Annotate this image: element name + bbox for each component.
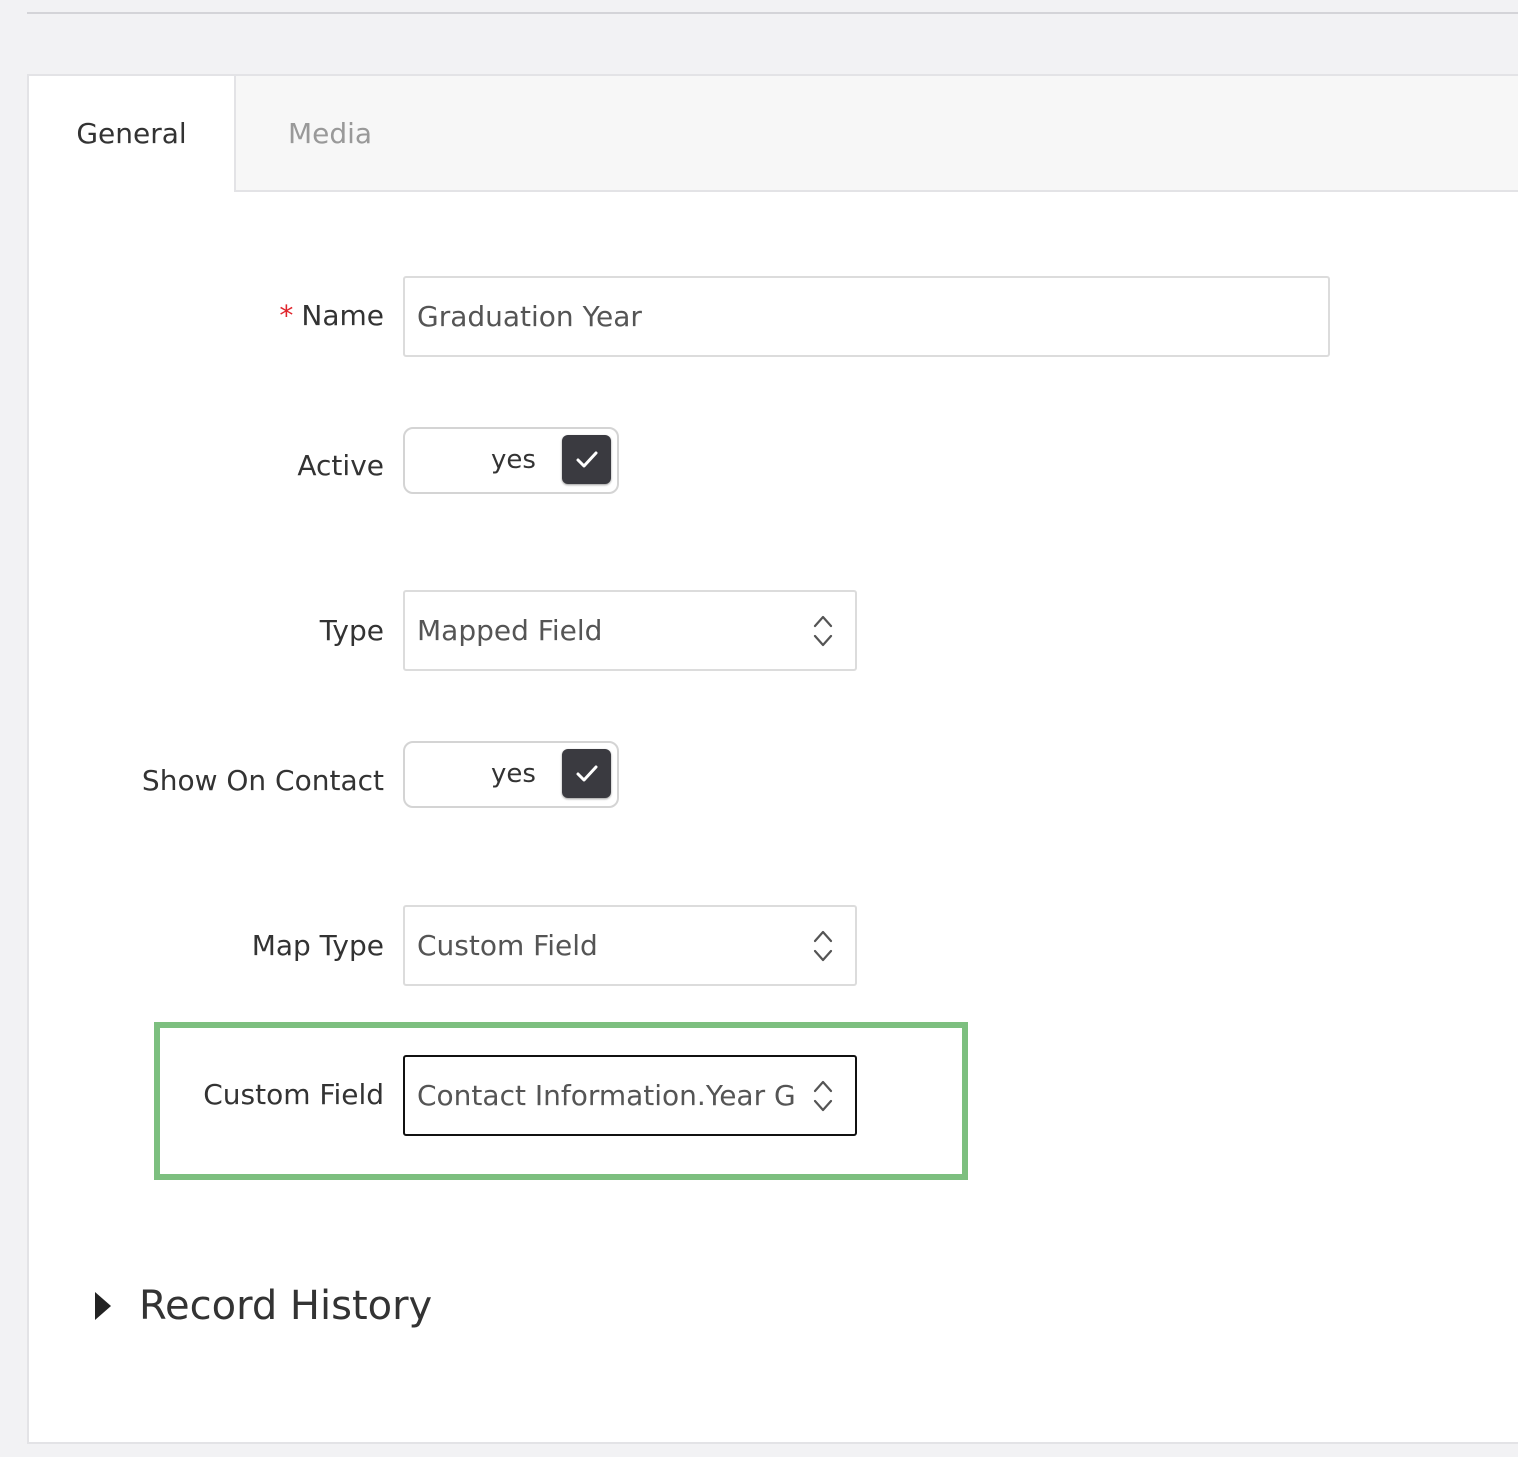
chevron-up-down-icon xyxy=(813,1080,833,1112)
check-icon xyxy=(562,749,611,798)
record-history-toggle[interactable]: Record History xyxy=(95,1276,432,1336)
chevron-up-down-icon xyxy=(813,615,833,647)
top-divider xyxy=(27,12,1518,14)
active-toggle-text: yes xyxy=(491,445,536,475)
show-on-contact-toggle[interactable]: yes xyxy=(403,741,619,808)
map-type-select-value: Custom Field xyxy=(417,929,598,962)
record-history-label: Record History xyxy=(139,1283,433,1329)
tab-general[interactable]: General xyxy=(29,76,236,192)
name-label: * Name xyxy=(279,299,384,332)
required-marker: * xyxy=(279,299,294,332)
map-type-label: Map Type xyxy=(251,929,384,962)
chevron-up-down-icon xyxy=(813,930,833,962)
active-label: Active xyxy=(297,449,384,482)
type-select-value: Mapped Field xyxy=(417,614,603,647)
tab-media[interactable]: Media xyxy=(236,76,424,192)
custom-field-select-value: Contact Information.Year Graduated xyxy=(417,1079,795,1112)
name-input[interactable] xyxy=(403,276,1330,357)
type-select[interactable]: Mapped Field xyxy=(403,590,857,671)
check-icon xyxy=(562,435,611,484)
custom-field-select[interactable]: Contact Information.Year Graduated xyxy=(403,1055,857,1136)
form-panel: General Media *Name Active yes Type Mapp… xyxy=(27,74,1518,1444)
custom-field-label: Custom Field xyxy=(203,1078,384,1111)
active-toggle[interactable]: yes xyxy=(403,427,619,494)
show-on-contact-label: Show On Contact xyxy=(141,764,384,797)
show-on-contact-toggle-text: yes xyxy=(491,759,536,789)
type-label: Type xyxy=(319,614,384,647)
tab-bar: General Media xyxy=(29,76,1518,192)
map-type-select[interactable]: Custom Field xyxy=(403,905,857,986)
caret-right-icon xyxy=(95,1292,111,1320)
